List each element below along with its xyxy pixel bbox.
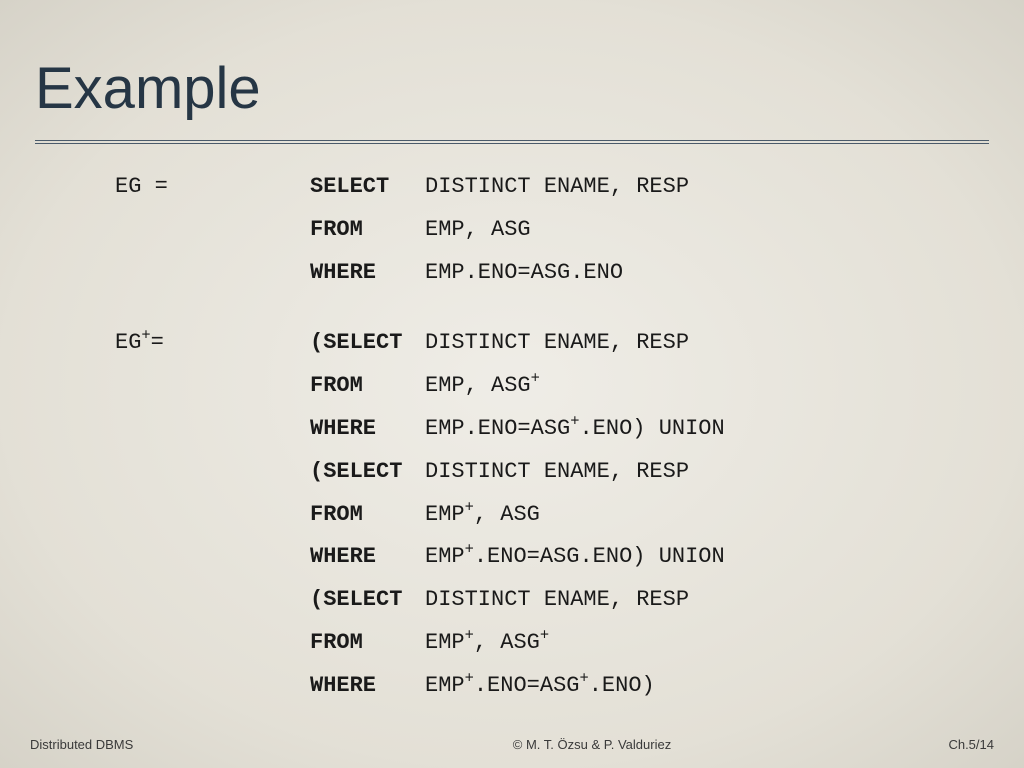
code-row: (SELECTDISTINCT ENAME, RESP [115,585,989,616]
code-row: FROMEMP+, ASG [115,500,989,531]
row-label [115,414,310,445]
sql-clause: DISTINCT ENAME, RESP [425,172,989,203]
code-row: FROMEMP, ASG [115,215,989,246]
sql-keyword: FROM [310,500,425,531]
sql-keyword: SELECT [310,172,425,203]
page-title: Example [35,55,989,122]
row-label [115,585,310,616]
sql-clause: EMP, ASG+ [425,371,989,402]
footer-center: © M. T. Özsu & P. Valduriez [330,737,854,752]
row-label: EG+= [115,328,310,359]
sql-clause: EMP.ENO=ASG.ENO [425,258,989,289]
row-label [115,215,310,246]
code-row: EG =SELECTDISTINCT ENAME, RESP [115,172,989,203]
row-label: EG = [115,172,310,203]
row-label [115,500,310,531]
sql-clause: DISTINCT ENAME, RESP [425,328,989,359]
sql-clause: EMP+, ASG [425,500,989,531]
row-label [115,671,310,702]
sql-clause: DISTINCT ENAME, RESP [425,457,989,488]
code-row: WHEREEMP+.ENO=ASG.ENO) UNION [115,542,989,573]
block-spacer [115,300,989,328]
slide: Example EG =SELECTDISTINCT ENAME, RESPFR… [0,0,1024,768]
code-row: FROMEMP, ASG+ [115,371,989,402]
row-label [115,371,310,402]
code-row: WHEREEMP+.ENO=ASG+.ENO) [115,671,989,702]
sql-keyword: (SELECT [310,328,425,359]
code-row: EG+=(SELECTDISTINCT ENAME, RESP [115,328,989,359]
row-label [115,542,310,573]
title-rule [35,140,989,144]
sql-keyword: FROM [310,628,425,659]
sql-keyword: (SELECT [310,457,425,488]
sql-clause: EMP, ASG [425,215,989,246]
code-row: FROMEMP+, ASG+ [115,628,989,659]
sql-keyword: WHERE [310,258,425,289]
sql-clause: EMP+, ASG+ [425,628,989,659]
sql-clause: EMP.ENO=ASG+.ENO) UNION [425,414,989,445]
code-row: (SELECTDISTINCT ENAME, RESP [115,457,989,488]
sql-keyword: WHERE [310,671,425,702]
sql-keyword: WHERE [310,542,425,573]
row-label [115,628,310,659]
row-label [115,457,310,488]
row-label [115,258,310,289]
sql-clause: EMP+.ENO=ASG.ENO) UNION [425,542,989,573]
sql-keyword: FROM [310,215,425,246]
sql-clause: EMP+.ENO=ASG+.ENO) [425,671,989,702]
footer-left: Distributed DBMS [30,737,330,752]
sql-keyword: (SELECT [310,585,425,616]
sql-clause: DISTINCT ENAME, RESP [425,585,989,616]
sql-keyword: FROM [310,371,425,402]
content-area: EG =SELECTDISTINCT ENAME, RESPFROMEMP, A… [35,172,989,702]
code-row: WHEREEMP.ENO=ASG+.ENO) UNION [115,414,989,445]
footer: Distributed DBMS © M. T. Özsu & P. Valdu… [0,737,1024,752]
footer-right: Ch.5/14 [854,737,994,752]
code-row: WHEREEMP.ENO=ASG.ENO [115,258,989,289]
sql-keyword: WHERE [310,414,425,445]
